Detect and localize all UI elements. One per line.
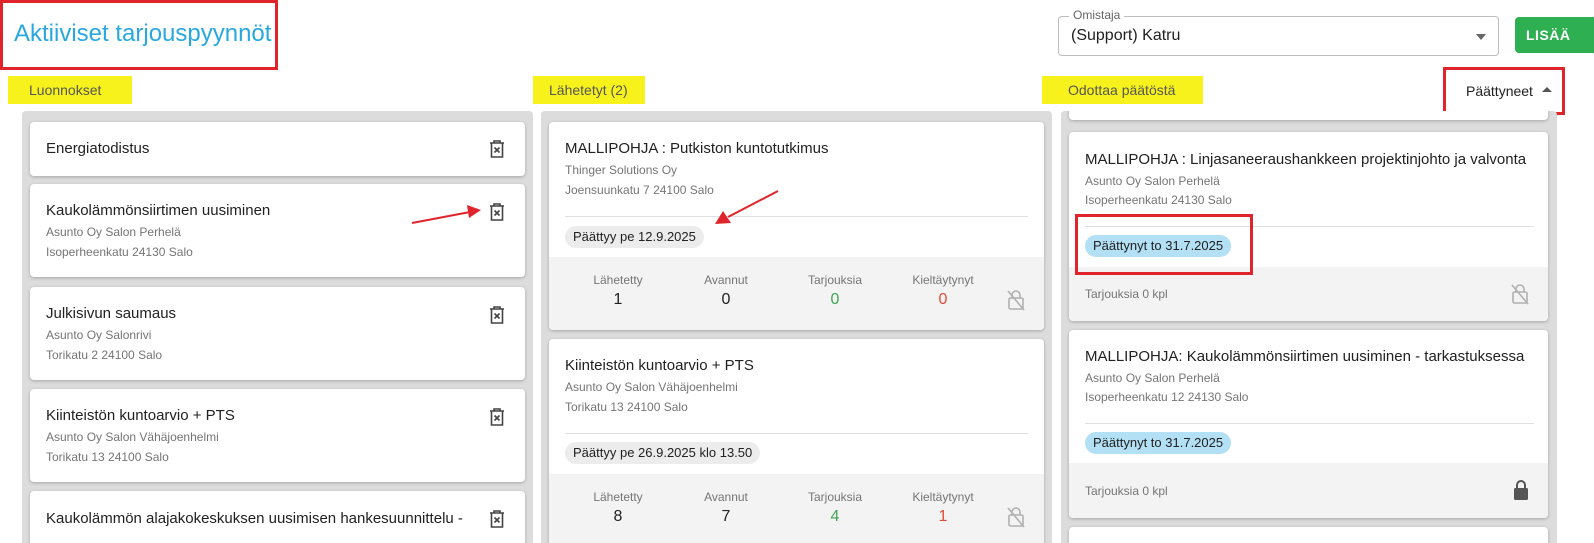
stat-offers: Tarjouksia 4 [785,490,885,526]
card-title: Kiinteistön kuntoarvio + PTS [46,407,235,424]
waiting-card-partial [1069,111,1548,120]
owner-value: (Support) Katru [1071,27,1181,44]
ended-toggle-button[interactable]: Päättyneet [1443,67,1565,115]
card-company: Thinger Solutions Oy [565,163,678,177]
divider [1085,423,1534,424]
draft-card[interactable]: Kiinteistön kuntoarvio + PTS Asunto Oy S… [30,389,525,482]
stats-panel: Lähetetty 8 Avannut 7 Tarjouksia 4 Kieltäyt… [549,474,1044,543]
unlocked-lock-icon[interactable] [1007,506,1025,528]
unlocked-lock-icon[interactable] [1511,283,1529,305]
card-company: Asunto Oy Salon Perhelä [1085,371,1220,385]
draft-card[interactable]: Julkisivun saumaus Asunto Oy Salonrivi T… [30,287,525,380]
delete-icon[interactable] [489,306,505,324]
delete-icon[interactable] [489,203,505,221]
sent-card[interactable]: MALLIPOHJA : Putkiston kuntotutkimus Thi… [549,122,1044,330]
card-title: Kiinteistön kuntoarvio + PTS [565,357,754,374]
card-address: Torikatu 13 24100 Salo [46,450,169,464]
card-title: Julkisivun saumaus [46,305,177,322]
owner-select[interactable]: Omistaja (Support) Katru [1058,8,1499,56]
divider [565,216,1028,217]
card-address: Torikatu 13 24100 Salo [565,400,688,414]
stat-value: 0 [830,291,840,308]
stat-value: 4 [830,508,840,525]
card-title: Kaukolämmönsiirtimen uusiminen [46,202,271,219]
card-address: Isoperheenkatu 12 24130 Salo [1085,390,1249,404]
waiting-card[interactable]: MALLIPOHJA: Kaukolämmönsiirtimen uusimin… [1069,330,1548,518]
card-title: Energiatodistus [46,140,150,157]
add-button[interactable]: LISÄÄ [1515,17,1594,53]
card-company: Asunto Oy Salon Perhelä [46,225,181,239]
delete-icon[interactable] [489,408,505,426]
waiting-column: MALLIPOHJA : Linjasaneeraushankkeen proj… [1061,111,1557,543]
stat-value: 1 [938,508,948,525]
card-address: Joensuunkatu 7 24100 Salo [565,183,714,197]
waiting-column-label: Odottaa päätöstä (9) [1042,76,1203,126]
caret-down-icon [1476,34,1486,40]
stat-label: Avannut [704,490,748,504]
sent-column: MALLIPOHJA : Putkiston kuntotutkimus Thi… [541,111,1052,543]
card-company: Asunto Oy Salonrivi [46,328,152,342]
offers-count: Tarjouksia 0 kpl [1085,484,1168,498]
stat-opened: Avannut 0 [676,273,776,309]
delete-icon[interactable] [489,510,505,528]
stat-label: Kieltäytynyt [912,273,974,287]
stat-value: 1 [613,291,623,308]
stat-label: Tarjouksia [807,490,863,504]
stat-label: Lähetetty [593,490,643,504]
stat-sent: Lähetetty 8 [568,490,668,526]
stat-label: Lähetetty [593,273,643,287]
waiting-card-partial [1069,527,1548,543]
divider [565,433,1028,434]
deadline-chip: Päättyy pe 26.9.2025 klo 13.50 [565,442,761,464]
card-title: Kaukolämmön alajakokeskuksen uusimisen h… [46,510,463,527]
lock-icon[interactable] [1512,479,1530,501]
status-annotation-box [1075,214,1253,275]
footer-panel: Tarjouksia 0 kpl [1069,267,1548,321]
footer-panel: Tarjouksia 0 kpl [1069,463,1548,518]
ended-toggle-label: Päättyneet [1466,83,1533,99]
sent-card[interactable]: Kiinteistön kuntoarvio + PTS Asunto Oy S… [549,339,1044,543]
card-address: Isoperheenkatu 24130 Salo [1085,193,1232,207]
card-title: MALLIPOHJA : Putkiston kuntotutkimus [565,140,829,157]
card-address: Torikatu 2 24100 Salo [46,348,163,362]
stat-value: 7 [721,508,731,525]
drafts-column: Energiatodistus Kaukolämmönsiirtimen uus… [22,111,533,543]
stat-value: 0 [938,291,948,308]
page-title: Aktiiviset tarjouspyynnöt [14,20,272,47]
draft-card[interactable]: Energiatodistus [30,122,525,176]
drafts-column-label: Luonnokset (6) [8,76,132,126]
draft-card[interactable]: Kaukolämmönsiirtimen uusiminen Asunto Oy… [30,184,525,277]
stat-sent: Lähetetty 1 [568,273,668,309]
stat-opened: Avannut 7 [676,490,776,526]
stat-label: Avannut [704,273,748,287]
stat-declined: Kieltäytynyt 1 [893,490,993,526]
sent-column-label: Lähetetyt (2) [533,76,645,104]
card-company: Asunto Oy Salon Vähäjoenhelmi [46,430,219,444]
owner-label: Omistaja [1069,8,1125,22]
card-address: Isoperheenkatu 24130 Salo [46,245,193,259]
stat-label: Kieltäytynyt [912,490,974,504]
status-chip: Päättynyt to 31.7.2025 [1085,432,1232,454]
stats-panel: Lähetetty 1 Avannut 0 Tarjouksia 0 Kieltäyt… [549,257,1044,330]
card-company: Asunto Oy Salon Perhelä [1085,174,1220,188]
deadline-chip: Päättyy pe 12.9.2025 [565,226,704,248]
card-company: Asunto Oy Salon Vähäjoenhelmi [565,380,738,394]
offers-count: Tarjouksia 0 kpl [1085,287,1168,301]
unlocked-lock-icon[interactable] [1007,289,1025,311]
delete-icon[interactable] [489,140,505,158]
caret-up-icon [1542,87,1552,92]
stat-value: 0 [721,291,731,308]
stat-declined: Kieltäytynyt 0 [893,273,993,309]
stat-value: 8 [613,508,623,525]
stat-offers: Tarjouksia 0 [785,273,885,309]
stat-label: Tarjouksia [807,273,863,287]
card-title: MALLIPOHJA: Kaukolämmönsiirtimen uusimin… [1085,348,1525,365]
card-title: MALLIPOHJA : Linjasaneeraushankkeen proj… [1085,151,1527,168]
draft-card[interactable]: Kaukolämmön alajakokeskuksen uusimisen h… [30,491,525,543]
